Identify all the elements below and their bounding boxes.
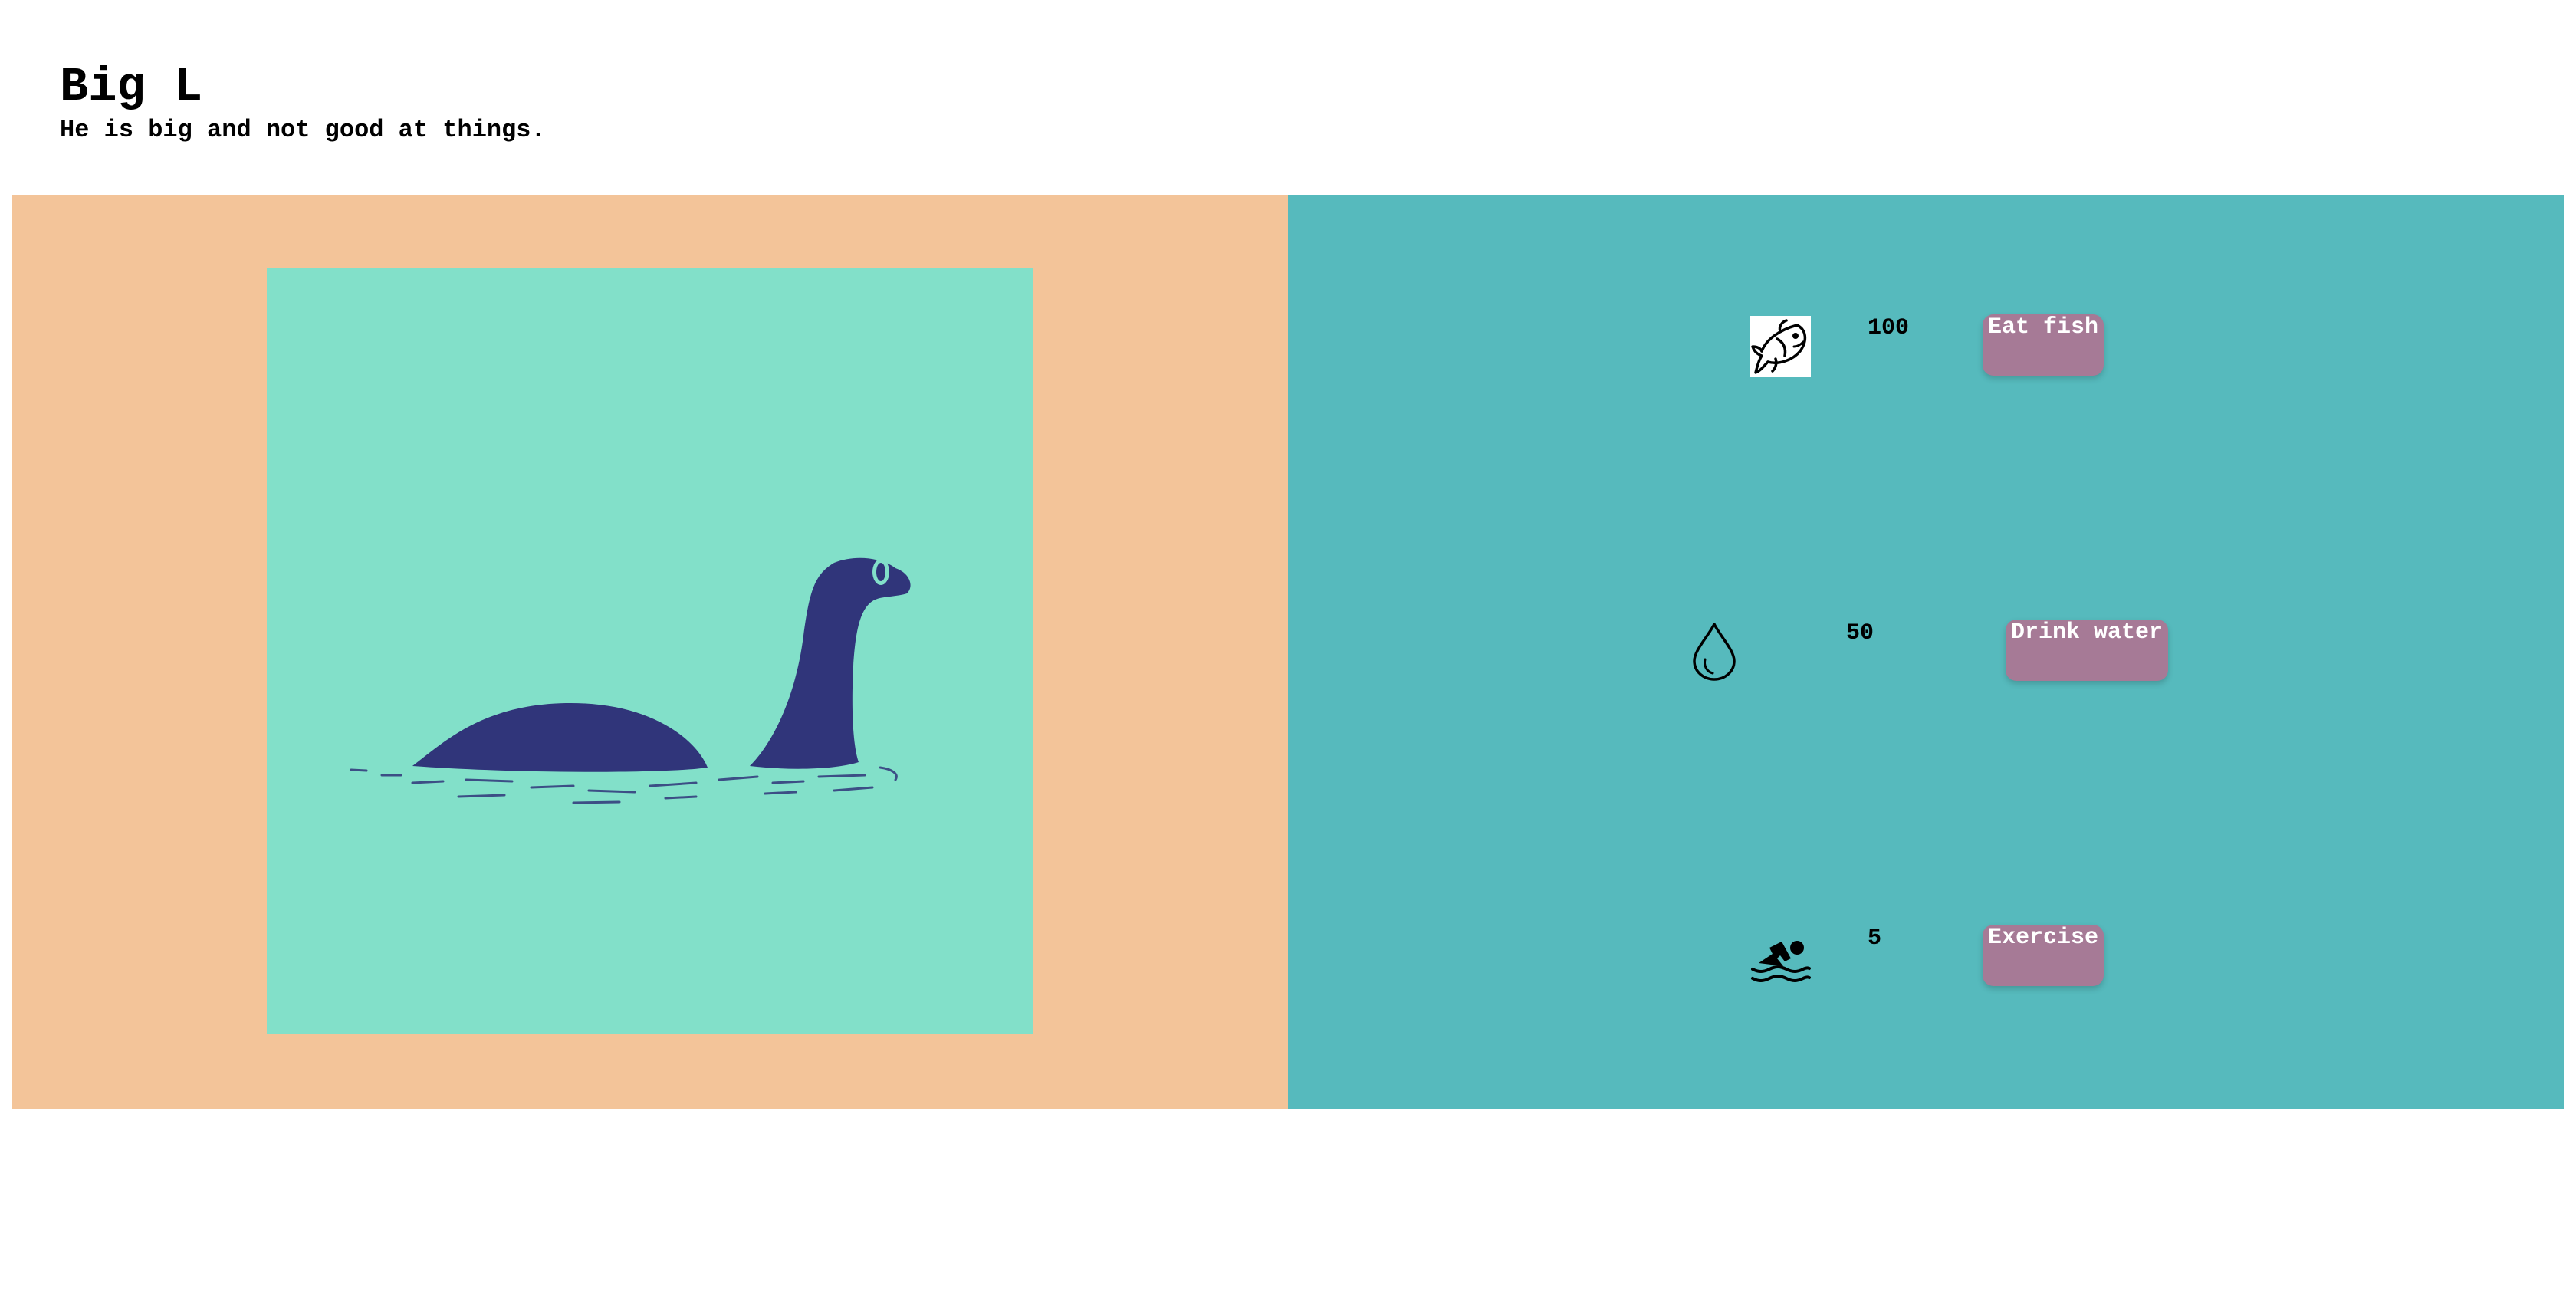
exercise-stat-value: 5 bbox=[1868, 925, 1882, 952]
page-title: Big L bbox=[60, 60, 203, 114]
fish-stat-value: 100 bbox=[1868, 315, 1910, 341]
eat-fish-button[interactable]: Eat fish bbox=[1983, 314, 2104, 376]
header: Big L He is big and not good at things. bbox=[60, 60, 546, 146]
pet-image-frame bbox=[267, 268, 1033, 1034]
actions-panel: 100 Eat fish 50 Drink water 5 Exercise bbox=[1288, 195, 2564, 1109]
loch-ness-monster-image bbox=[350, 557, 911, 804]
water-drop-icon bbox=[1684, 620, 1745, 681]
swimmer-icon bbox=[1750, 925, 1811, 986]
drink-water-button[interactable]: Drink water bbox=[2006, 620, 2168, 681]
water-stat-value: 50 bbox=[1846, 620, 1875, 646]
pet-panel bbox=[12, 195, 1288, 1109]
exercise-button[interactable]: Exercise bbox=[1983, 925, 2104, 986]
page-subtitle: He is big and not good at things. bbox=[60, 116, 546, 144]
fish-icon bbox=[1750, 316, 1811, 377]
